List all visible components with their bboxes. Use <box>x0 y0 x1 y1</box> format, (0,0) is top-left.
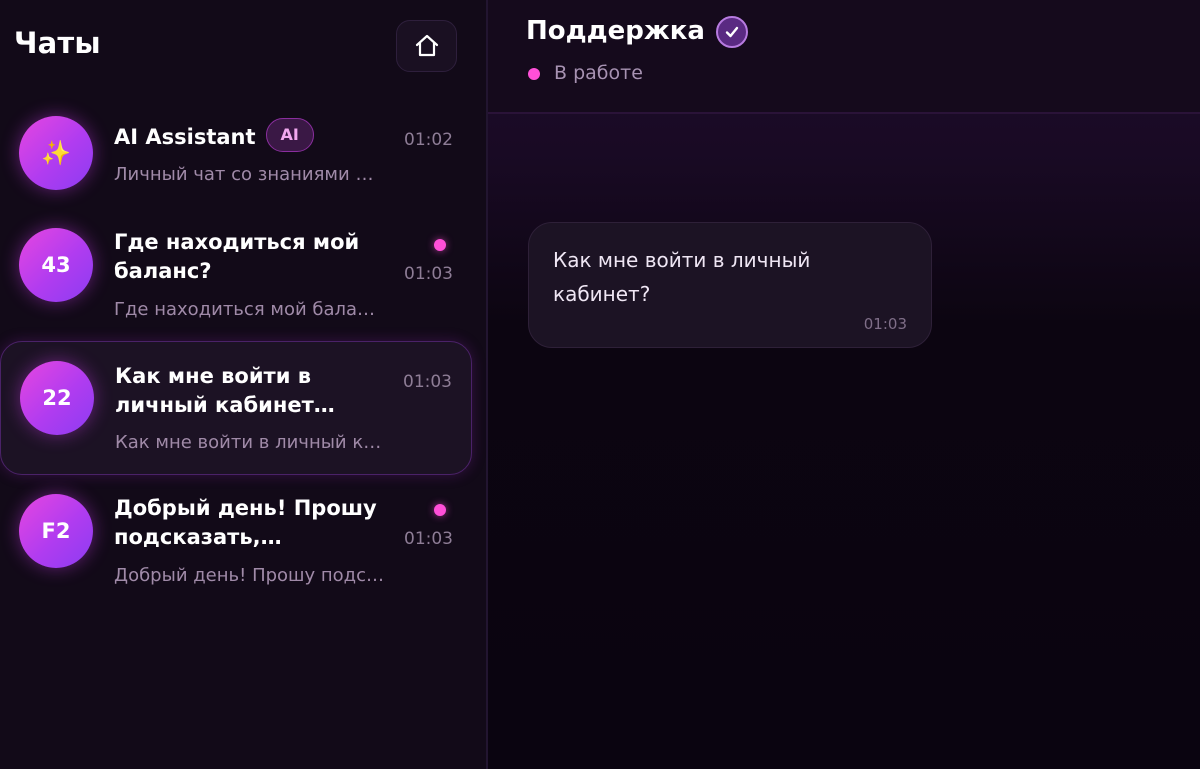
unread-indicator <box>434 239 446 251</box>
ai-badge: AI <box>265 118 314 152</box>
status-text: В работе <box>554 62 643 84</box>
message-text: Как мне войти в личный кабинет? <box>553 248 811 306</box>
avatar: 43 <box>19 228 93 302</box>
chat-preview: Где находиться мой баланс? <box>114 299 378 320</box>
chat-item-ai-assistant[interactable]: ✨ AI Assistant AI 01:02 Личный чат со зна… <box>0 106 472 228</box>
chat-item-login[interactable]: 22 Как мне войти в личный кабинет… 01:03… <box>0 341 472 475</box>
app: Чаты ✨ AI Assistant AI 01:02 Личный чат с… <box>0 0 1200 769</box>
chat-sidebar: Чаты ✨ AI Assistant AI 01:02 Личный чат с… <box>0 0 488 769</box>
sidebar-header: Чаты <box>0 0 488 90</box>
chat-name: Где находиться мой баланс? <box>114 230 360 283</box>
unread-indicator <box>434 504 446 516</box>
chat-time: 01:03 <box>404 529 453 549</box>
chat-name: AI Assistant AI <box>114 118 384 155</box>
sparkles-icon: ✨ <box>41 139 71 167</box>
home-button[interactable] <box>396 20 457 72</box>
chat-item-balance[interactable]: 43 Где находиться мой баланс? 01:03 Где … <box>0 216 472 342</box>
message-time: 01:03 <box>863 315 907 333</box>
chat-time: 01:02 <box>404 130 453 150</box>
chat-time: 01:03 <box>403 372 452 392</box>
chat-name: Как мне войти в личный кабинет… <box>115 364 335 417</box>
status-dot <box>528 68 540 80</box>
avatar: ✨ <box>19 116 93 190</box>
message-bubble: Как мне войти в личный кабинет? 01:03 <box>528 222 932 348</box>
verified-badge <box>716 16 748 48</box>
chat-preview: Личный чат со знаниями о вашем бизнесе <box>114 164 376 185</box>
avatar: F2 <box>19 494 93 568</box>
home-icon <box>415 34 438 57</box>
chat-name: Добрый день! Прошу подсказать,… <box>114 496 377 549</box>
chat-time: 01:03 <box>404 264 453 284</box>
conversation-header: Поддержка В работе <box>488 0 1200 114</box>
chat-preview: Добрый день! Прошу подсказать <box>114 565 386 586</box>
checkmark-icon <box>725 26 739 38</box>
conversation-panel: Поддержка В работе Как мне войти в личны… <box>488 0 1200 769</box>
sidebar-title: Чаты <box>14 26 101 60</box>
contact-name: Поддержка <box>526 16 705 46</box>
chat-item-greeting[interactable]: F2 Добрый день! Прошу подсказать,… 01:03… <box>0 482 472 608</box>
avatar: 22 <box>20 361 94 435</box>
chat-preview: Как мне войти в личный кабинет? <box>115 432 383 453</box>
